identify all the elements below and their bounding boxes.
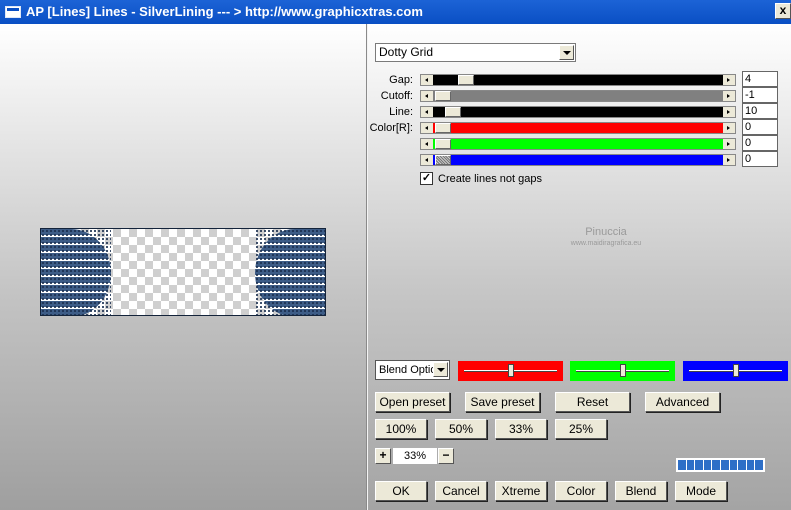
title-bar: AP [Lines] Lines - SilverLining --- > ht… <box>0 0 791 24</box>
red-blend-knob[interactable] <box>508 364 514 377</box>
open-preset-button[interactable]: Open preset <box>375 392 450 412</box>
gap-slider[interactable] <box>420 74 736 86</box>
progress-segment <box>720 460 729 470</box>
arrow-left-icon[interactable] <box>421 123 433 133</box>
create-lines-checkbox[interactable]: ✓ <box>420 172 433 185</box>
green-value-field[interactable]: 0 <box>742 135 778 151</box>
arrow-left-icon[interactable] <box>421 91 433 101</box>
red-value-field[interactable]: 0 <box>742 119 778 135</box>
preset-dropdown[interactable]: Dotty Grid <box>375 43 576 62</box>
preview-pane <box>0 24 366 510</box>
arrow-right-icon[interactable] <box>723 107 735 117</box>
arrow-left-icon[interactable] <box>421 155 433 165</box>
arrow-left-icon[interactable] <box>421 107 433 117</box>
green-slider-thumb[interactable] <box>435 139 451 149</box>
progress-segment <box>712 460 720 470</box>
chevron-down-icon[interactable] <box>433 362 448 377</box>
blend-options-dropdown[interactable]: Blend Optio <box>375 360 450 380</box>
cutoff-value-field[interactable]: -1 <box>742 87 778 103</box>
arrow-right-icon[interactable] <box>723 75 735 85</box>
blend-button[interactable]: Blend <box>615 481 667 501</box>
red-slider-thumb[interactable] <box>435 123 451 133</box>
cutoff-slider-thumb[interactable] <box>435 91 451 101</box>
preview-stripes-left <box>41 229 111 315</box>
zoom-in-button[interactable]: + <box>375 448 391 464</box>
advanced-button[interactable]: Advanced <box>645 392 720 412</box>
progress-segment <box>678 460 686 470</box>
zoom-out-button[interactable]: − <box>438 448 454 464</box>
progress-segment <box>746 460 755 470</box>
create-lines-label: Create lines not gaps <box>438 173 542 185</box>
progress-segment <box>738 460 746 470</box>
zoom-50-button[interactable]: 50% <box>435 419 487 439</box>
gap-value-field[interactable]: 4 <box>742 71 778 87</box>
progress-segment <box>703 460 712 470</box>
progress-segment <box>755 460 763 470</box>
blue-slider-thumb[interactable] <box>435 155 451 165</box>
blue-blend-slider[interactable] <box>683 361 788 381</box>
color-blue-slider[interactable] <box>420 154 736 166</box>
arrow-left-icon[interactable] <box>421 75 433 85</box>
close-button[interactable]: x <box>775 3 791 19</box>
arrow-right-icon[interactable] <box>723 123 735 133</box>
app-window-icon <box>5 6 21 18</box>
window-title: AP [Lines] Lines - SilverLining --- > ht… <box>26 4 423 19</box>
zoom-100-button[interactable]: 100% <box>375 419 427 439</box>
line-slider[interactable] <box>420 106 736 118</box>
blend-options-value: Blend Optio <box>379 364 437 376</box>
color-button[interactable]: Color <box>555 481 607 501</box>
cutoff-label: Cutoff: <box>380 90 413 102</box>
preview-image[interactable] <box>40 228 326 316</box>
green-blend-knob[interactable] <box>620 364 626 377</box>
watermark: Pinuccia www.maidiragrafica.eu <box>556 226 656 250</box>
line-slider-thumb[interactable] <box>445 107 461 117</box>
gap-slider-thumb[interactable] <box>458 75 474 85</box>
chevron-down-icon[interactable] <box>559 45 574 60</box>
color-r-label: Color[R]: <box>369 122 413 134</box>
watermark-url: www.maidiragrafica.eu <box>570 240 642 247</box>
preview-stripes-right <box>255 229 325 315</box>
arrow-left-icon[interactable] <box>421 139 433 149</box>
red-blend-slider[interactable] <box>458 361 563 381</box>
save-preset-button[interactable]: Save preset <box>465 392 540 412</box>
zoom-25-button[interactable]: 25% <box>555 419 607 439</box>
zoom-33-button[interactable]: 33% <box>495 419 547 439</box>
zoom-level-field[interactable]: 33% <box>393 448 437 464</box>
progress-segment <box>686 460 695 470</box>
line-label: Line: <box>389 106 413 118</box>
progress-segment <box>729 460 738 470</box>
blue-blend-knob[interactable] <box>733 364 739 377</box>
arrow-right-icon[interactable] <box>723 139 735 149</box>
color-red-slider[interactable] <box>420 122 736 134</box>
watermark-name: Pinuccia <box>585 226 627 238</box>
color-green-slider[interactable] <box>420 138 736 150</box>
blue-value-field[interactable]: 0 <box>742 151 778 167</box>
preset-dropdown-value: Dotty Grid <box>379 45 434 59</box>
line-value-field[interactable]: 10 <box>742 103 778 119</box>
green-blend-slider[interactable] <box>570 361 675 381</box>
cancel-button[interactable]: Cancel <box>435 481 487 501</box>
xtreme-button[interactable]: Xtreme <box>495 481 547 501</box>
ok-button[interactable]: OK <box>375 481 427 501</box>
mode-button[interactable]: Mode <box>675 481 727 501</box>
progress-bar <box>676 458 765 472</box>
arrow-right-icon[interactable] <box>723 155 735 165</box>
progress-segment <box>695 460 703 470</box>
gap-label: Gap: <box>389 74 413 86</box>
arrow-right-icon[interactable] <box>723 91 735 101</box>
cutoff-slider[interactable] <box>420 90 736 102</box>
reset-button[interactable]: Reset <box>555 392 630 412</box>
